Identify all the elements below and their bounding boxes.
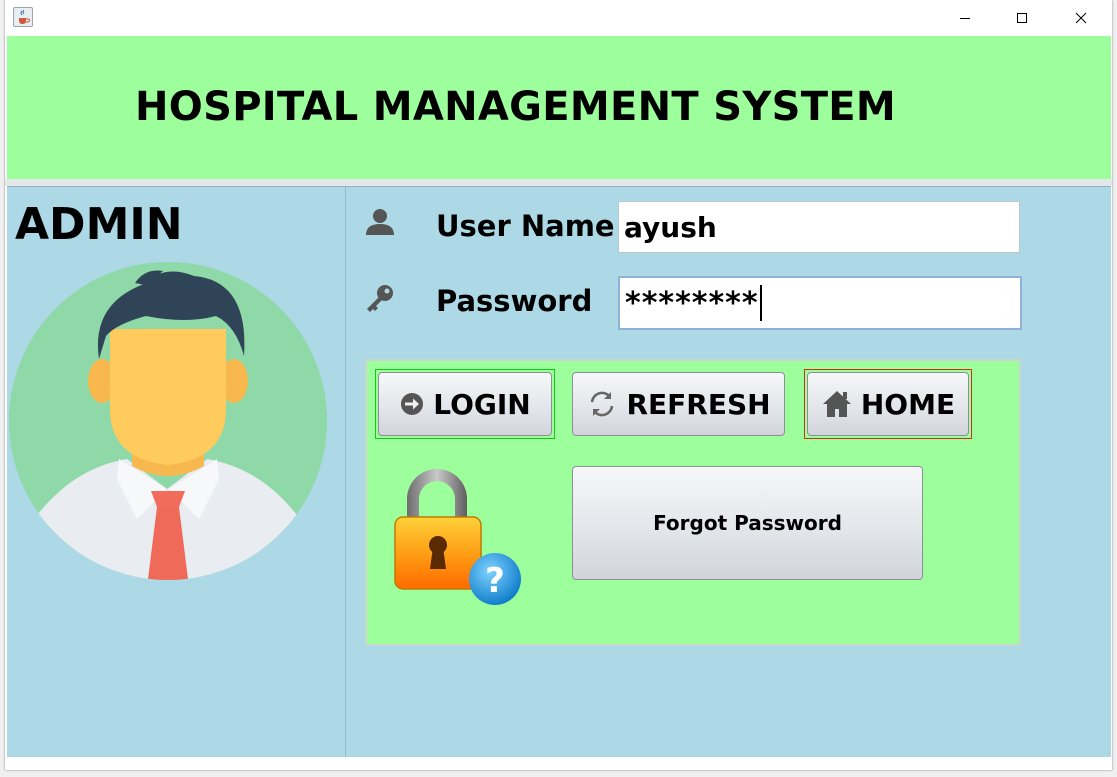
admin-avatar-icon	[9, 262, 327, 580]
forgot-password-button[interactable]: Forgot Password	[572, 466, 923, 580]
password-label: Password	[436, 284, 593, 318]
refresh-button[interactable]: REFRESH	[572, 372, 785, 436]
username-field[interactable]: ayush	[618, 201, 1020, 253]
user-icon	[366, 209, 394, 235]
password-field[interactable]: ********	[618, 276, 1022, 330]
admin-label: ADMIN	[15, 199, 183, 250]
maximize-button[interactable]	[999, 0, 1045, 35]
login-icon	[401, 393, 424, 415]
title-bar[interactable]	[5, 0, 1112, 35]
login-button-label: LOGIN	[433, 387, 531, 421]
refresh-button-label: REFRESH	[626, 387, 771, 421]
close-icon	[1075, 12, 1087, 23]
text-caret	[759, 285, 762, 321]
java-cup-icon	[13, 7, 33, 27]
refresh-icon	[591, 391, 614, 417]
button-panel: LOGIN REFRESH HOME ? Forgot Password	[365, 359, 1021, 646]
username-label: User Name	[436, 209, 615, 243]
main-content: ADMIN User Name ayush Password ******** …	[7, 186, 1111, 757]
home-icon	[822, 391, 851, 417]
page-title: HOSPITAL MANAGEMENT SYSTEM	[135, 84, 897, 130]
minimize-button[interactable]	[942, 0, 988, 35]
password-mask: ********	[625, 285, 759, 321]
minimize-icon	[960, 17, 970, 19]
svg-text:?: ?	[485, 561, 505, 601]
header-banner: HOSPITAL MANAGEMENT SYSTEM	[7, 36, 1111, 179]
forgot-password-label: Forgot Password	[653, 511, 842, 535]
app-window: HOSPITAL MANAGEMENT SYSTEM ADMIN User Na…	[5, 0, 1112, 770]
home-button[interactable]: HOME	[807, 372, 969, 436]
key-icon	[367, 285, 393, 312]
separator	[5, 179, 1112, 186]
login-button[interactable]: LOGIN	[378, 372, 552, 436]
lock-question-icon: ?	[394, 469, 521, 605]
close-button[interactable]	[1058, 0, 1104, 35]
home-button-label: HOME	[860, 387, 956, 421]
maximize-icon	[1017, 12, 1027, 23]
panel-divider	[345, 187, 346, 757]
